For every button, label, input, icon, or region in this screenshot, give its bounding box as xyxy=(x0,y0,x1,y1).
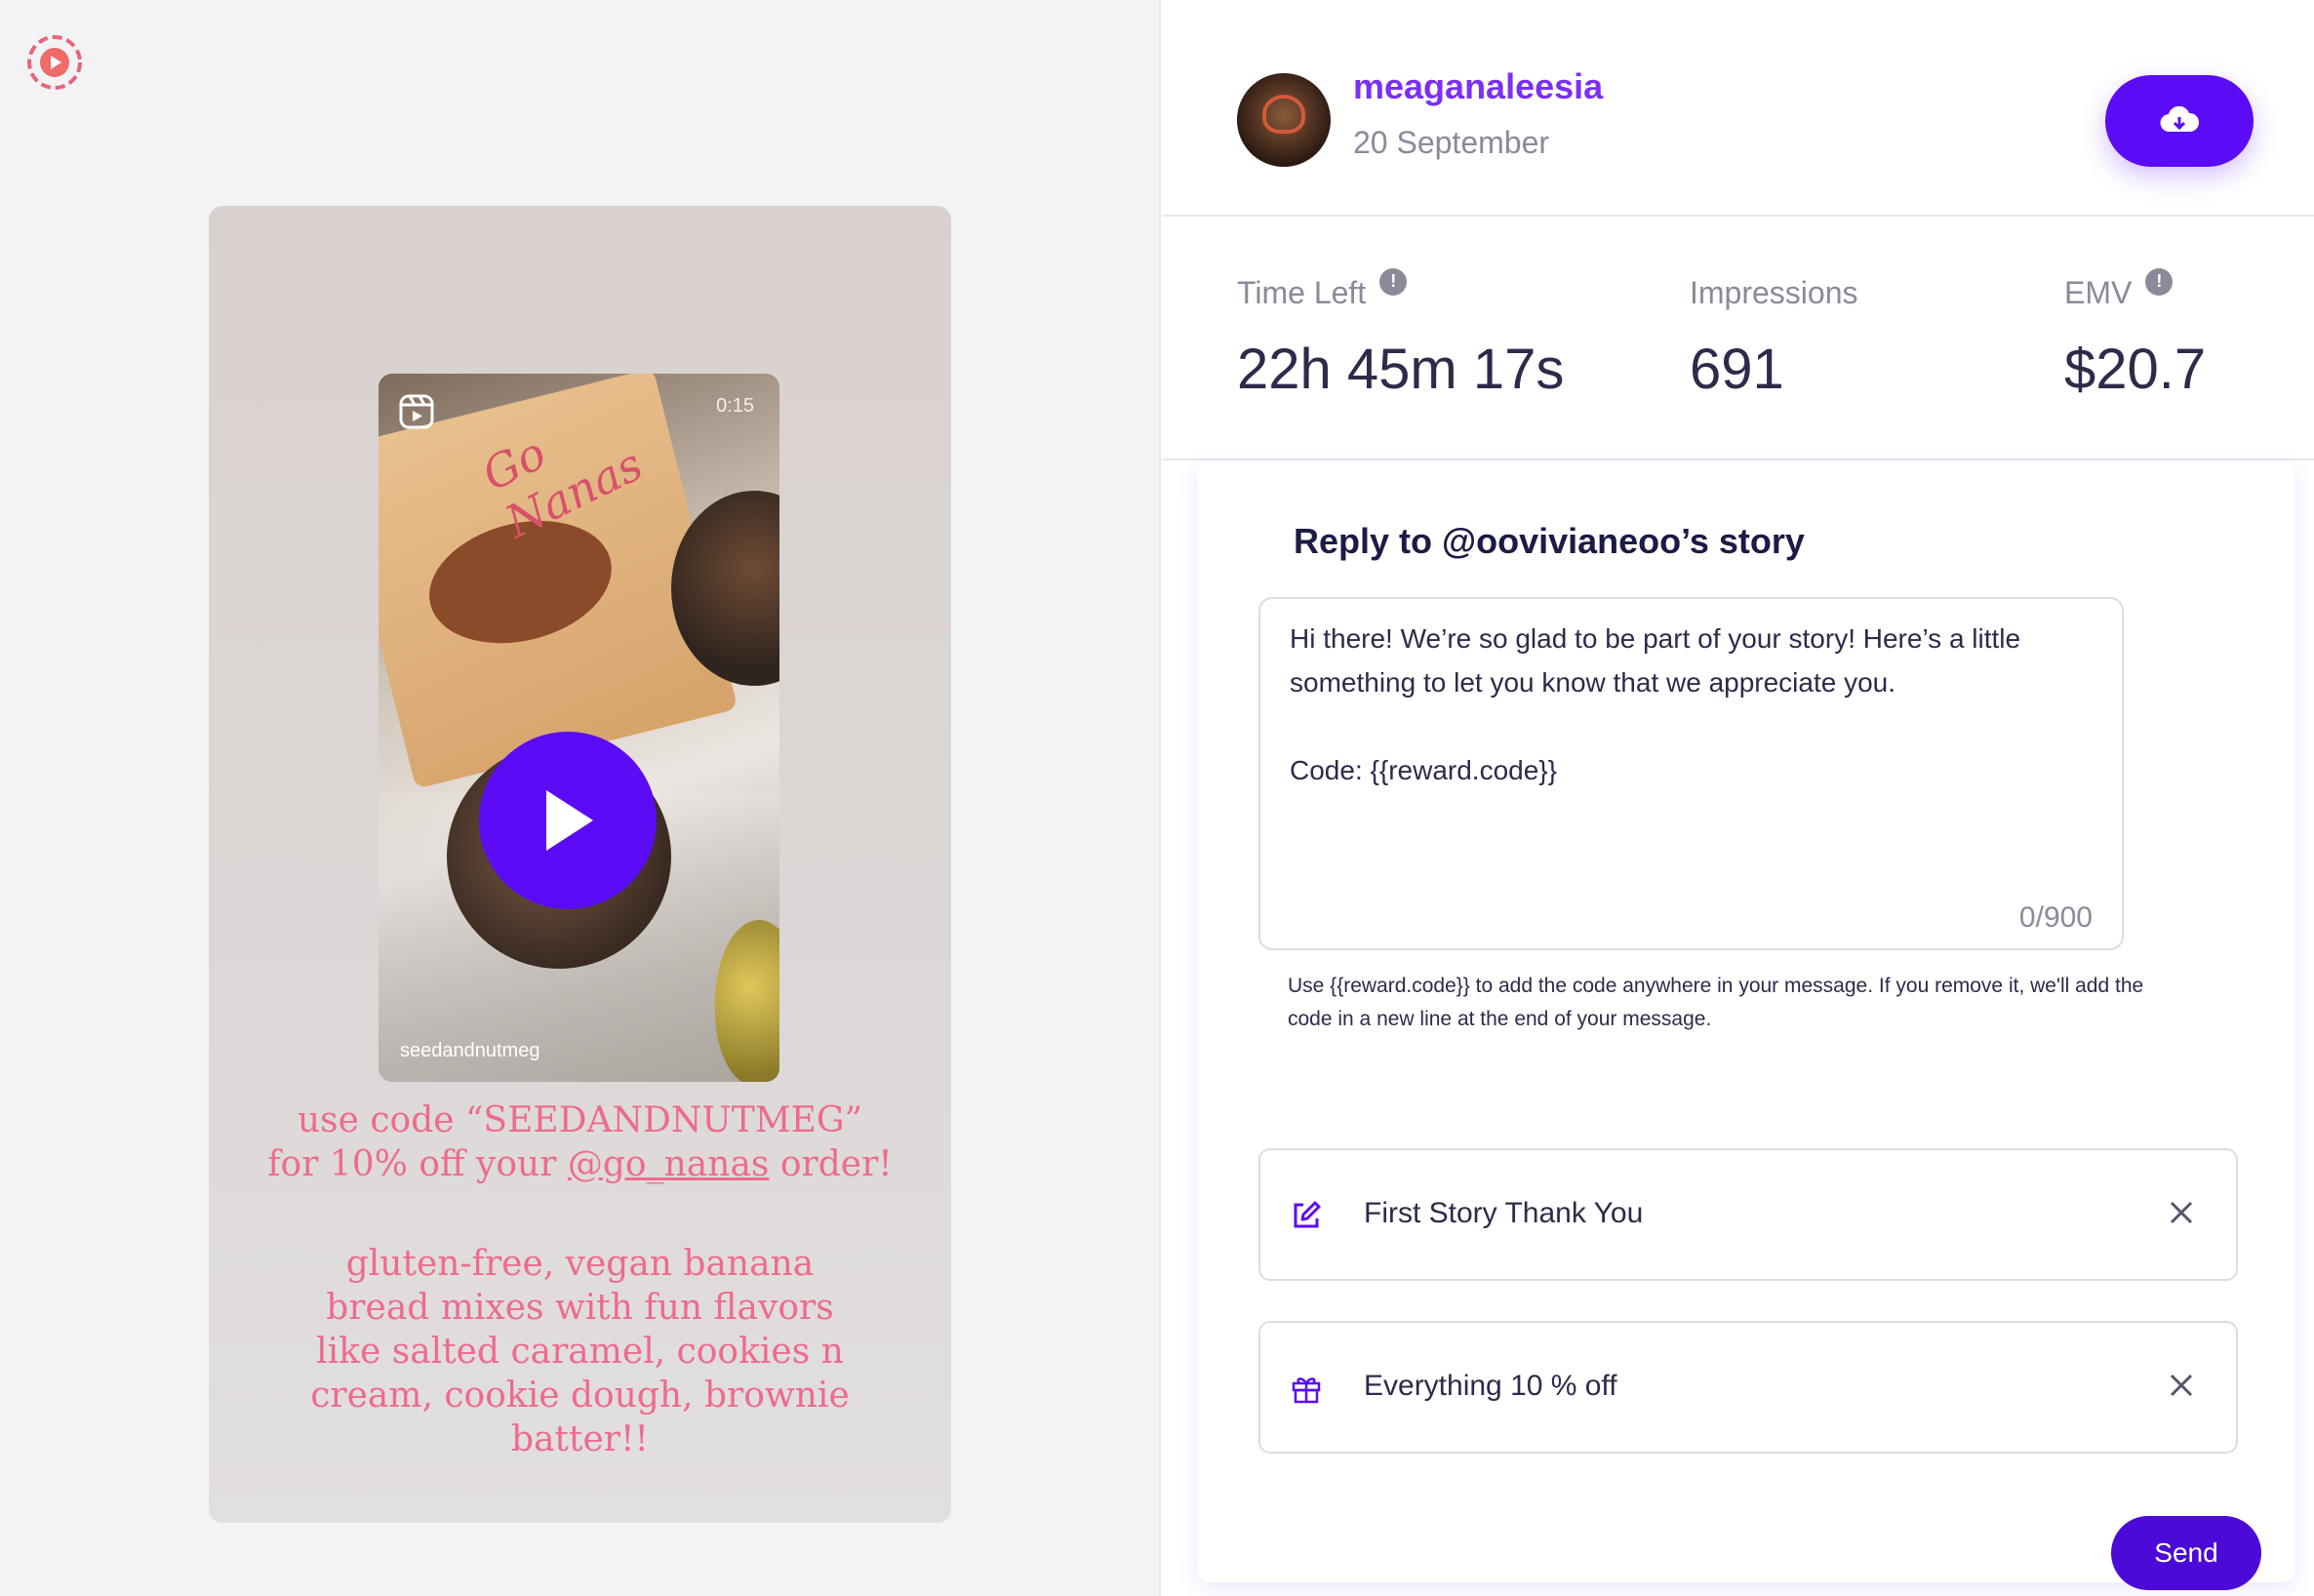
stat-label-text: Impressions xyxy=(1690,275,1858,310)
story-description: gluten-free, vegan banana bread mixes wi… xyxy=(310,1244,850,1459)
stat-label-text: Time Left xyxy=(1237,275,1367,310)
caption-line-1: use code “SEEDANDNUTMEG” xyxy=(297,1100,863,1140)
stat-label: Time Left ! xyxy=(1237,267,1564,311)
message-template-option[interactable]: First Story Thank You xyxy=(1258,1148,2238,1281)
stat-value: $20.7 xyxy=(2064,338,2207,401)
caption-suffix: order! xyxy=(769,1144,893,1184)
cloud-download-icon xyxy=(2160,106,2199,133)
reply-panel: Reply to @oovivianeoo’s story Hi there! … xyxy=(1198,460,2294,1590)
option-label: Everything 10 % off xyxy=(1364,1370,1617,1402)
message-text[interactable]: Hi there! We’re so glad to be part of yo… xyxy=(1290,617,2090,792)
avatar[interactable] xyxy=(1237,73,1331,167)
message-textarea[interactable]: Hi there! We’re so glad to be part of yo… xyxy=(1258,597,2124,950)
product-bag-title: Go Nanas xyxy=(474,425,651,549)
edit-icon xyxy=(1294,1201,1321,1228)
story-logo-icon[interactable] xyxy=(23,31,86,94)
stat-label: EMV ! xyxy=(2064,267,2206,311)
close-icon[interactable] xyxy=(2162,1366,2201,1405)
gift-icon xyxy=(1292,1377,1321,1404)
stat-emv: EMV ! $20.7 xyxy=(2064,267,2207,402)
stat-label-text: EMV xyxy=(2064,275,2133,310)
stat-value: 22h 45m 17s xyxy=(1237,338,1565,401)
reel-duration: 0:15 xyxy=(716,395,754,417)
reward-option[interactable]: Everything 10 % off xyxy=(1258,1321,2238,1454)
reply-title: Reply to @oovivianeoo’s story xyxy=(1294,521,1805,561)
caption-line-2: for 10% off your @go_nanas order! xyxy=(209,1142,951,1186)
story-header: meaganaleesia 20 September xyxy=(1163,0,2314,217)
caption-mention: @go_nanas xyxy=(567,1144,770,1184)
play-button[interactable] xyxy=(479,732,657,909)
send-button[interactable]: Send xyxy=(2111,1516,2261,1590)
info-icon[interactable]: ! xyxy=(2145,267,2174,296)
username-link[interactable]: meaganaleesia xyxy=(1353,66,1603,107)
helper-text: Use {{reward.code}} to add the code anyw… xyxy=(1288,975,2144,1030)
story-preview-pane: Go Nanas 0:15 seedandnutmeg use code “SE… xyxy=(0,0,1161,1596)
option-label: First Story Thank You xyxy=(1364,1197,1644,1229)
reels-icon xyxy=(399,394,434,429)
download-button[interactable] xyxy=(2105,75,2254,167)
story-caption: use code “SEEDANDNUTMEG” for 10% off you… xyxy=(209,1098,951,1186)
play-icon xyxy=(546,790,593,851)
caption-prefix: for 10% off your xyxy=(267,1144,568,1184)
reel-handle: seedandnutmeg xyxy=(400,1040,540,1061)
story-card: Go Nanas 0:15 seedandnutmeg use code “SE… xyxy=(209,206,951,1523)
reel-video[interactable]: Go Nanas 0:15 seedandnutmeg xyxy=(379,374,779,1082)
info-icon[interactable]: ! xyxy=(1379,267,1408,296)
stat-impressions: Impressions 691 xyxy=(1690,275,1858,402)
close-icon[interactable] xyxy=(2162,1193,2201,1232)
char-count: 0/900 xyxy=(2018,901,2093,934)
stat-value: 691 xyxy=(1690,338,1784,401)
heart-icon xyxy=(1262,95,1305,134)
stat-label: Impressions xyxy=(1690,275,1858,311)
post-date: 20 September xyxy=(1353,125,1550,160)
story-details-pane: meaganaleesia 20 September Time Left ! 2… xyxy=(1163,0,2314,1596)
stat-time-left: Time Left ! 22h 45m 17s xyxy=(1237,267,1565,402)
story-stats: Time Left ! 22h 45m 17s Impressions 691 … xyxy=(1163,217,2314,460)
